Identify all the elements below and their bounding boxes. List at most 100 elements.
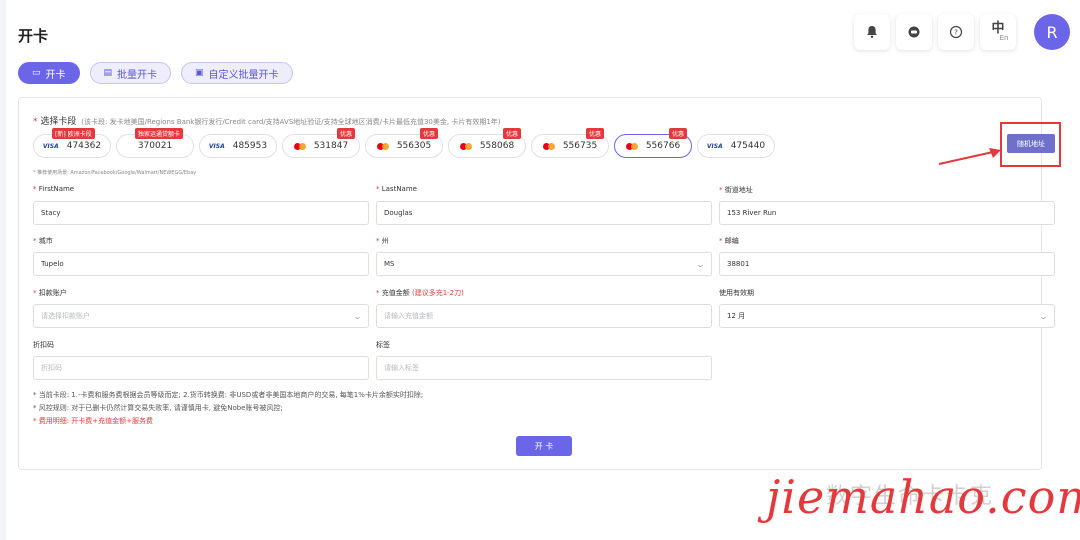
open-card-form: * 选择卡段 (该卡段: 发卡地美国/Regions Bank银行发行/Cred… [18,97,1061,470]
mastercard-icon [459,142,472,150]
mastercard-icon [376,142,389,150]
bin-number: 558068 [479,141,515,151]
discount-input[interactable]: 折扣码 [33,356,369,380]
expiry-select[interactable]: 12 月 ⌄ [719,304,1055,328]
field-label: * FirstName [33,185,75,193]
page: 开卡 ? 中 En R ▭ 开卡 ▤ 批量开卡 ▣ 自定义批量开卡 * 选择卡段… [6,0,1080,540]
city-field: * 城市 Tupelo [33,236,369,276]
mastercard-icon [293,142,306,150]
tab-open-card[interactable]: ▭ 开卡 [18,62,80,84]
folder-icon: ▣ [195,68,204,78]
zip-input[interactable]: 38801 [719,252,1055,276]
field-label: * 城市 [33,237,53,245]
bin-number: 556766 [645,141,681,151]
bin-number: 485953 [232,141,268,151]
bin-option[interactable]: 优惠 558068 [448,128,526,158]
watermark: jiemahao.com [766,470,1080,524]
svg-text:?: ? [954,29,958,37]
notification-button[interactable] [854,14,890,50]
bin-option[interactable]: 优惠 556735 [531,128,609,158]
state-field: * 州 MS ⌄ [376,236,712,276]
tag-input[interactable]: 请输入标签 [376,356,712,380]
field-label: * 邮编 [719,237,739,245]
message-button[interactable] [896,14,932,50]
first-name-field: * FirstName Stacy [33,185,369,225]
bin-number: 556305 [396,141,432,151]
state-select[interactable]: MS ⌄ [376,252,712,276]
bin-badge: 优惠 [585,128,604,139]
street-field: * 街道地址 153 River Run [719,185,1055,225]
help-button[interactable]: ? [938,14,974,50]
last-name-input[interactable]: Douglas [376,201,712,225]
field-label: 标签 [376,341,390,349]
lang-en-label: En [999,34,1009,42]
bin-badge: 优惠 [336,128,355,139]
question-icon: ? [949,25,963,39]
bin-badge: 优惠 [668,128,687,139]
note-line: * 风控规则: 对于已删卡仍然计算交易失败率, 请谨慎用卡, 避免Nobe账号被… [33,404,283,412]
fee-notes: * 当前卡段: 1.-卡费和服务费根据会员等级而定; 2.货币转换费: 非USD… [33,389,423,428]
open-card-submit-button[interactable]: 开 卡 [516,436,572,456]
field-label: * LastName [376,185,417,193]
chevron-down-icon: ⌄ [352,311,363,321]
tab-label: 自定义批量开卡 [208,69,279,81]
field-label: 折扣码 [33,341,54,349]
mastercard-icon [542,142,555,150]
tab-custom-batch-open[interactable]: ▣ 自定义批量开卡 [181,62,293,84]
city-input[interactable]: Tupelo [33,252,369,276]
bin-number: 370021 [137,141,173,151]
usage-hint: * 推荐使用场景: Amazon/Facebook/Google/Walmart… [33,170,197,176]
card-bin-list: [新] 欧洲卡段 VISA 474362 独家运通贷额卡 370021 VISA… [33,128,775,158]
bin-badge: [新] 欧洲卡段 [52,128,95,139]
bin-option[interactable]: [新] 欧洲卡段 VISA 474362 [33,128,111,158]
first-name-input[interactable]: Stacy [33,201,369,225]
field-label: 使用有效期 [719,289,754,297]
language-switch[interactable]: 中 En [980,14,1016,50]
tab-label: 开卡 [45,69,66,81]
stack-icon: ▤ [103,68,113,78]
tab-label: 批量开卡 [117,69,158,81]
mastercard-icon [625,142,638,150]
bin-number: 531847 [313,141,349,151]
amount-input[interactable]: 请输入充值金额 [376,304,712,328]
zip-field: * 邮编 38801 [719,236,1055,276]
street-input[interactable]: 153 River Run [719,201,1055,225]
card-icon: ▭ [32,68,41,78]
page-title: 开卡 [18,27,49,45]
visa-icon: VISA [706,142,723,150]
amount-field: * 充值金额 (建议多充1-2刀) 请输入充值金额 [376,288,712,328]
random-address-button[interactable]: 随机地址 [1007,134,1055,153]
bin-option[interactable]: 优惠 556305 [365,128,443,158]
bin-option[interactable]: VISA 485953 [199,134,277,158]
bin-number: 475440 [730,141,766,151]
visa-icon: VISA [42,142,59,150]
account-select[interactable]: 请选择扣款账户 ⌄ [33,304,369,328]
field-label: * 充值金额 (建议多充1-2刀) [376,289,464,297]
bin-option[interactable]: 优惠 531847 [282,128,360,158]
avatar[interactable]: R [1034,14,1070,50]
header-toolbar: ? 中 En R [854,14,1070,50]
bin-option[interactable]: VISA 475440 [697,134,775,158]
bin-number: 556735 [562,141,598,151]
field-label: * 州 [376,237,389,245]
field-label: * 扣款账户 [33,289,67,297]
expiry-field: 使用有效期 12 月 ⌄ [719,288,1055,328]
last-name-field: * LastName Douglas [376,185,712,225]
visa-icon: VISA [208,142,225,150]
chevron-down-icon: ⌄ [1038,311,1049,321]
account-field: * 扣款账户 请选择扣款账户 ⌄ [33,288,369,328]
bin-badge: 独家运通贷额卡 [135,128,184,139]
tab-bar: ▭ 开卡 ▤ 批量开卡 ▣ 自定义批量开卡 [18,62,293,84]
discount-field: 折扣码 折扣码 [33,340,369,380]
tab-batch-open[interactable]: ▤ 批量开卡 [89,62,172,84]
card-segment-note: (该卡段: 发卡地美国/Regions Bank银行发行/Credit card… [81,118,501,126]
card-segment-label: * 选择卡段 (该卡段: 发卡地美国/Regions Bank银行发行/Cred… [33,117,501,127]
bell-icon [867,26,877,38]
arrow-annotation-icon [938,148,1001,165]
field-label: * 街道地址 [719,186,753,194]
bin-option-selected[interactable]: 优惠 556766 [614,128,692,158]
bin-option[interactable]: 独家运通贷额卡 370021 [116,128,194,158]
amount-tip: (建议多充1-2刀) [411,289,464,297]
note-line: * 费用明细: 开卡费+充值金额+服务费 [33,417,154,425]
bin-badge: 优惠 [419,128,438,139]
